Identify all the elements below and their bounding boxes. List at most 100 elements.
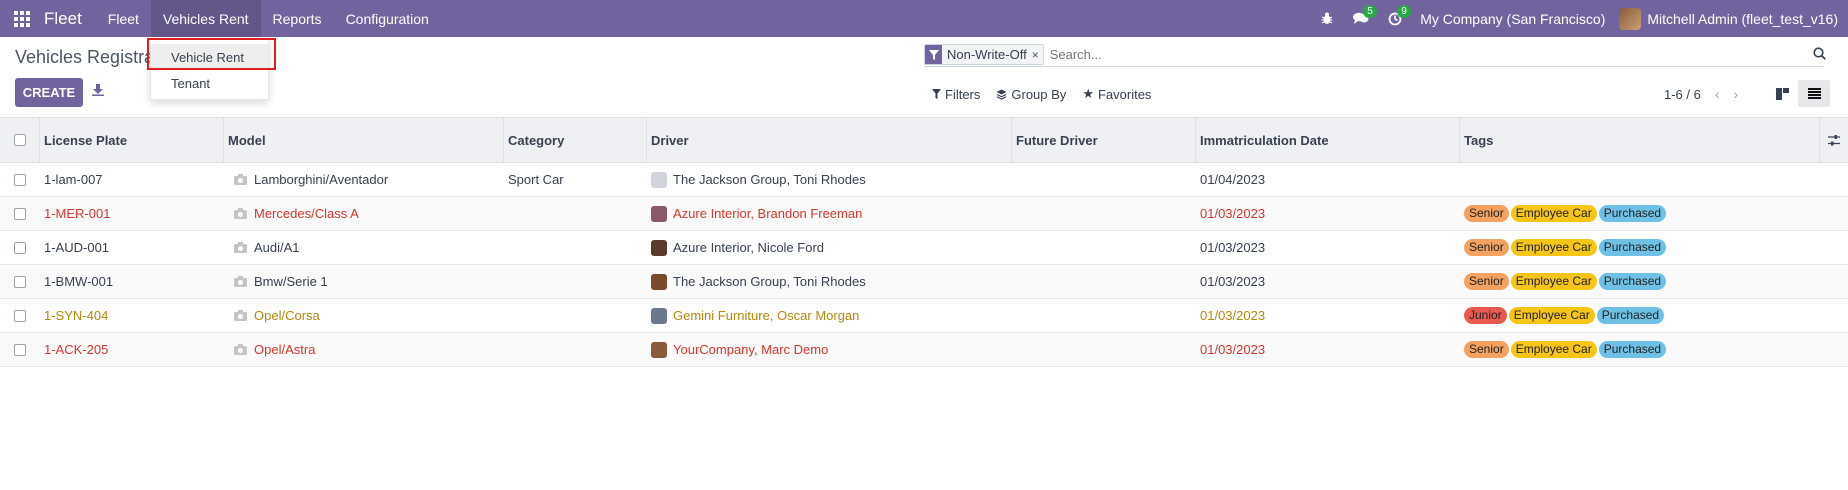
- camera-icon[interactable]: [234, 344, 247, 355]
- driver-name: YourCompany, Marc Demo: [673, 342, 829, 357]
- tag-badge: Purchased: [1598, 205, 1667, 222]
- row-checkbox[interactable]: [14, 343, 26, 356]
- messages-icon[interactable]: 5: [1344, 0, 1378, 37]
- cell-driver: The Jackson Group, Toni Rhodes: [647, 265, 1012, 298]
- col-tags[interactable]: Tags: [1460, 118, 1820, 162]
- tag-badge: Employee Car: [1510, 341, 1597, 358]
- cell-future-driver: [1012, 333, 1196, 366]
- cell-license-plate: 1-ACK-205: [44, 342, 109, 357]
- select-all-checkbox[interactable]: [13, 134, 26, 146]
- tag-badge: Purchased: [1598, 239, 1667, 256]
- camera-icon[interactable]: [234, 310, 247, 321]
- pager-value[interactable]: 1-6 / 6: [1664, 87, 1701, 102]
- user-menu[interactable]: Mitchell Admin (fleet_test_v16): [1619, 7, 1838, 30]
- col-future-driver[interactable]: Future Driver: [1012, 118, 1196, 162]
- filters-toggle[interactable]: Filters: [932, 86, 980, 102]
- col-immatriculation-date[interactable]: Immatriculation Date: [1196, 118, 1460, 162]
- row-checkbox[interactable]: [14, 241, 26, 254]
- driver-avatar: [651, 273, 667, 290]
- navbar-systray: 5 9 My Company (San Francisco) Mitchell …: [1310, 0, 1848, 37]
- activities-badge: 9: [1397, 5, 1411, 18]
- row-select-cell: [0, 163, 40, 196]
- cell-driver: YourCompany, Marc Demo: [647, 333, 1012, 366]
- cell-future-driver: [1012, 197, 1196, 230]
- menu-vehicles-rent[interactable]: Vehicles Rent: [150, 0, 261, 37]
- camera-icon[interactable]: [234, 276, 247, 287]
- row-checkbox[interactable]: [14, 275, 26, 288]
- col-category[interactable]: Category: [504, 118, 647, 162]
- cell-date: 01/03/2023: [1200, 274, 1266, 289]
- model-name: Opel/Corsa: [254, 308, 320, 323]
- kanban-view-icon[interactable]: [1766, 80, 1798, 107]
- menu-configuration[interactable]: Configuration: [334, 0, 441, 37]
- col-model[interactable]: Model: [224, 118, 504, 162]
- cell-tags: Senior Employee Car Purchased: [1460, 265, 1820, 298]
- favorites-toggle[interactable]: ★ Favorites: [1082, 86, 1151, 102]
- cell-driver: Azure Interior, Brandon Freeman: [647, 197, 1012, 230]
- col-license-plate[interactable]: License Plate: [40, 118, 224, 162]
- pager-prev-icon[interactable]: ‹: [1715, 86, 1720, 102]
- cell-driver: Azure Interior, Nicole Ford: [647, 231, 1012, 264]
- menu-fleet[interactable]: Fleet: [96, 0, 151, 37]
- cell-future-driver: [1012, 231, 1196, 264]
- app-brand[interactable]: Fleet: [44, 9, 82, 29]
- view-switcher: [1766, 80, 1830, 107]
- cell-category: [504, 265, 647, 298]
- dropdown-item-tenant[interactable]: Tenant: [151, 70, 268, 96]
- vehicles-list-table: License Plate Model Category Driver Futu…: [0, 117, 1848, 367]
- tag-badge: Employee Car: [1510, 273, 1597, 290]
- page-title: Vehicles Registra: [15, 47, 155, 67]
- create-button[interactable]: CREATE: [15, 78, 83, 107]
- row-checkbox[interactable]: [14, 173, 26, 186]
- download-icon[interactable]: [92, 84, 104, 99]
- driver-avatar: [651, 171, 667, 188]
- table-row[interactable]: 1-BMW-001 Bmw/Serie 1 The Jackson Group, T…: [0, 265, 1848, 299]
- cell-spacer: [1820, 163, 1848, 196]
- facet-remove-icon[interactable]: ×: [1031, 45, 1043, 64]
- cell-model: Lamborghini/Aventador: [224, 163, 504, 196]
- tag-badge: Senior: [1464, 273, 1509, 290]
- debug-bug-icon[interactable]: [1310, 0, 1344, 37]
- pager-next-icon[interactable]: ›: [1734, 86, 1739, 102]
- cell-category: [504, 333, 647, 366]
- company-switcher[interactable]: My Company (San Francisco): [1412, 11, 1619, 27]
- menu-reports[interactable]: Reports: [261, 0, 334, 37]
- list-view-icon[interactable]: [1798, 80, 1830, 107]
- table-row[interactable]: 1-ACK-205 Opel/Astra YourCompany, Marc Dem…: [0, 333, 1848, 367]
- row-select-cell: [0, 265, 40, 298]
- row-checkbox[interactable]: [14, 309, 26, 322]
- search-input[interactable]: [1049, 47, 1824, 62]
- select-all-cell: [0, 118, 40, 162]
- cell-future-driver: [1012, 265, 1196, 298]
- cell-model: Opel/Corsa: [224, 299, 504, 332]
- optional-columns-icon[interactable]: [1820, 118, 1848, 162]
- table-row[interactable]: 1-SYN-404 Opel/Corsa Gemini Furniture, Osc…: [0, 299, 1848, 333]
- cell-tags: Senior Employee Car Purchased: [1460, 333, 1820, 366]
- row-select-cell: [0, 299, 40, 332]
- cell-category: [504, 197, 647, 230]
- user-name: Mitchell Admin (fleet_test_v16): [1647, 10, 1838, 27]
- pager: 1-6 / 6 ‹ ›: [1664, 86, 1738, 102]
- cell-tags: [1460, 163, 1820, 196]
- driver-name: The Jackson Group, Toni Rhodes: [673, 274, 866, 289]
- cell-date: 01/03/2023: [1200, 240, 1266, 255]
- cell-tags: Senior Employee Car Purchased: [1460, 231, 1820, 264]
- table-row[interactable]: 1-MER-001 Mercedes/Class A Azure Interior,…: [0, 197, 1848, 231]
- search-bar: Non-Write-Off ×: [924, 43, 1826, 67]
- driver-name: The Jackson Group, Toni Rhodes: [673, 172, 866, 187]
- camera-icon[interactable]: [234, 208, 247, 219]
- activities-clock-icon[interactable]: 9: [1378, 0, 1412, 37]
- row-checkbox[interactable]: [14, 207, 26, 220]
- apps-menu-icon[interactable]: [0, 0, 44, 37]
- star-icon: ★: [1082, 86, 1094, 101]
- cell-spacer: [1820, 299, 1848, 332]
- groupby-toggle[interactable]: Group By: [996, 86, 1066, 102]
- table-row[interactable]: 1-lam-007 Lamborghini/Aventador Sport Car T…: [0, 163, 1848, 197]
- col-driver[interactable]: Driver: [647, 118, 1012, 162]
- table-body: 1-lam-007 Lamborghini/Aventador Sport Car T…: [0, 163, 1848, 367]
- camera-icon[interactable]: [234, 242, 247, 253]
- table-row[interactable]: 1-AUD-001 Audi/A1 Azure Interior, Nicole F…: [0, 231, 1848, 265]
- camera-icon[interactable]: [234, 174, 247, 185]
- search-icon[interactable]: [1813, 47, 1826, 63]
- driver-avatar: [651, 239, 667, 256]
